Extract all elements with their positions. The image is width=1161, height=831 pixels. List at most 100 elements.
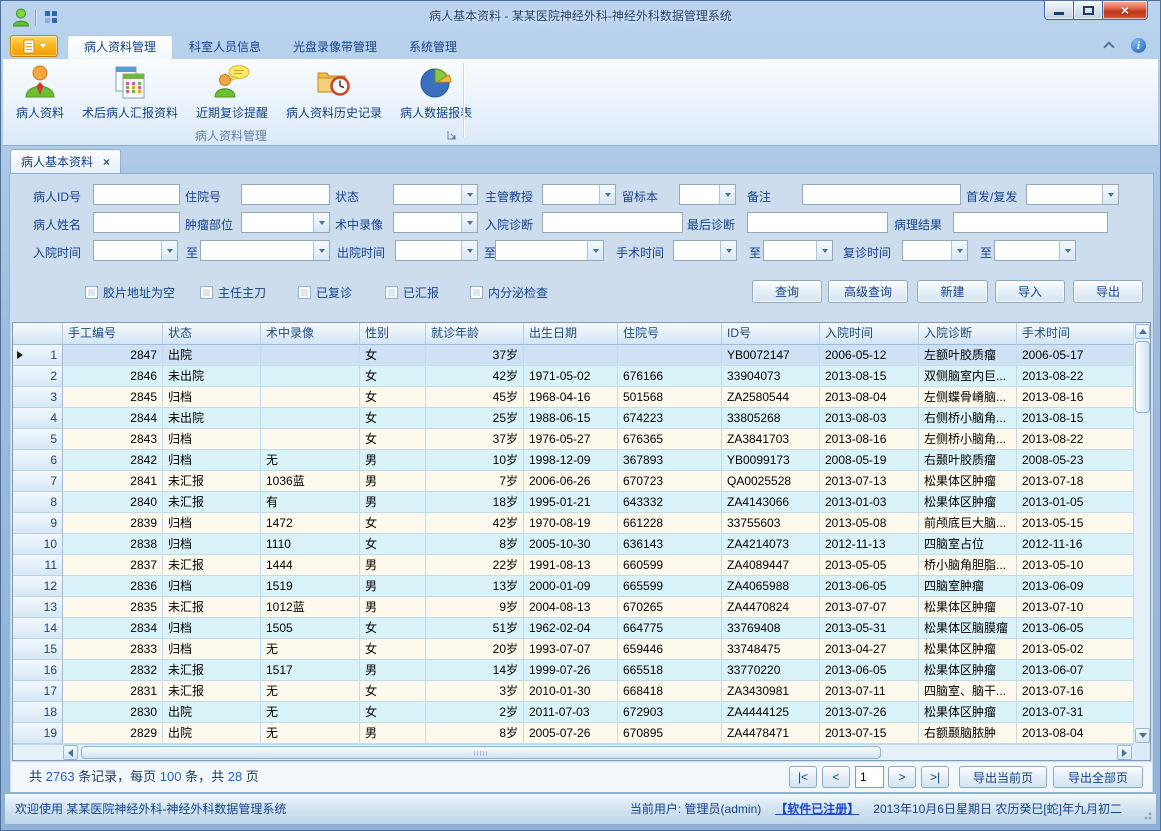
scroll-right-button[interactable] bbox=[1117, 745, 1132, 760]
filter-combo[interactable] bbox=[542, 184, 616, 205]
filter-input[interactable] bbox=[241, 184, 330, 205]
filter-combo[interactable] bbox=[495, 240, 604, 261]
checkbox-icon[interactable] bbox=[385, 286, 398, 299]
table-row[interactable]: 102838归档1110女8岁2005-10-30636143ZA4214073… bbox=[13, 534, 1133, 555]
column-header[interactable]: 就诊年龄 bbox=[426, 323, 524, 345]
scroll-down-button[interactable] bbox=[1135, 728, 1150, 743]
maximize-button[interactable] bbox=[1074, 1, 1102, 20]
table-row[interactable]: 32845归档女45岁1968-04-16501568ZA25805442013… bbox=[13, 387, 1133, 408]
table-row[interactable]: 22846未出院女42岁1971-05-02676166339040732013… bbox=[13, 366, 1133, 387]
column-header[interactable]: 术中录像 bbox=[261, 323, 360, 345]
application-menu-button[interactable] bbox=[10, 35, 58, 57]
filter-checkbox[interactable]: 内分泌检查 bbox=[470, 284, 548, 301]
column-header[interactable]: 手工编号 bbox=[63, 323, 163, 345]
ribbon-tab[interactable]: 光盘录像带管理 bbox=[277, 35, 393, 59]
next-page-button[interactable]: > bbox=[888, 766, 916, 788]
table-row[interactable]: 52843归档女37岁1976-05-27676365ZA38417032013… bbox=[13, 429, 1133, 450]
column-header[interactable]: 入院诊断 bbox=[919, 323, 1017, 345]
tab-close-icon[interactable]: × bbox=[103, 156, 110, 168]
action-button[interactable]: 导出 bbox=[1073, 280, 1143, 303]
scroll-up-button[interactable] bbox=[1135, 324, 1150, 339]
column-header[interactable]: 性别 bbox=[360, 323, 426, 345]
table-row[interactable]: 12847出院女37岁YB00721472006-05-12左额叶胶质瘤2006… bbox=[13, 345, 1133, 366]
filter-combo[interactable] bbox=[679, 184, 736, 205]
table-row[interactable]: 122836归档1519男13岁2000-01-09665599ZA406598… bbox=[13, 576, 1133, 597]
action-button[interactable]: 导入 bbox=[995, 280, 1065, 303]
combo-dropdown-button[interactable] bbox=[461, 185, 477, 204]
vertical-scrollbar[interactable] bbox=[1133, 323, 1150, 744]
ribbon-tab[interactable]: 病人资料管理 bbox=[67, 35, 173, 59]
history-record-button[interactable]: 病人资料历史记录 bbox=[277, 61, 391, 127]
combo-dropdown-button[interactable] bbox=[587, 241, 603, 260]
combo-dropdown-button[interactable] bbox=[720, 241, 736, 260]
filter-combo[interactable] bbox=[395, 240, 478, 261]
filter-combo[interactable] bbox=[393, 212, 478, 233]
checkbox-icon[interactable] bbox=[470, 286, 483, 299]
filter-combo[interactable] bbox=[763, 240, 833, 261]
table-row[interactable]: 72841未汇报1036蓝男7岁2006-06-26670723QA002552… bbox=[13, 471, 1133, 492]
filter-checkbox[interactable]: 已复诊 bbox=[298, 284, 352, 301]
table-row[interactable]: 62842归档无男10岁1998-12-09367893YB0099173200… bbox=[13, 450, 1133, 471]
ribbon-collapse-icon[interactable] bbox=[1103, 41, 1114, 52]
data-report-button[interactable]: 病人数据报表 bbox=[391, 61, 481, 127]
filter-checkbox[interactable]: 胶片地址为空 bbox=[85, 284, 175, 301]
filter-checkbox[interactable]: 主任主刀 bbox=[200, 284, 266, 301]
column-header[interactable]: 住院号 bbox=[618, 323, 722, 345]
filter-combo[interactable] bbox=[393, 184, 478, 205]
minimize-button[interactable] bbox=[1044, 1, 1074, 20]
horizontal-scrollbar[interactable] bbox=[13, 744, 1133, 760]
ribbon-tab[interactable]: 系统管理 bbox=[393, 35, 473, 59]
filter-combo[interactable] bbox=[241, 212, 330, 233]
table-row[interactable]: 152833归档无女20岁1993-07-0765944633748475201… bbox=[13, 639, 1133, 660]
combo-dropdown-button[interactable] bbox=[1059, 241, 1075, 260]
combo-dropdown-button[interactable] bbox=[461, 241, 477, 260]
checkbox-icon[interactable] bbox=[200, 286, 213, 299]
table-row[interactable]: 92839归档1472女42岁1970-08-19661228337556032… bbox=[13, 513, 1133, 534]
table-row[interactable]: 82840未汇报有男18岁1995-01-21643332ZA414306620… bbox=[13, 492, 1133, 513]
filter-combo[interactable] bbox=[902, 240, 968, 261]
dialog-launcher-icon[interactable] bbox=[447, 129, 457, 143]
filter-input[interactable] bbox=[802, 184, 961, 205]
resize-grip-icon[interactable] bbox=[1142, 810, 1152, 820]
filter-combo[interactable] bbox=[1026, 184, 1119, 205]
filter-input[interactable] bbox=[747, 212, 888, 233]
filter-input[interactable] bbox=[93, 184, 180, 205]
filter-combo[interactable] bbox=[994, 240, 1076, 261]
page-number-input[interactable] bbox=[855, 766, 884, 788]
table-row[interactable]: 112837未汇报1444男22岁1991-08-13660599ZA40894… bbox=[13, 555, 1133, 576]
combo-dropdown-button[interactable] bbox=[816, 241, 832, 260]
filter-input[interactable] bbox=[93, 212, 180, 233]
column-header[interactable]: 入院时间 bbox=[820, 323, 919, 345]
combo-dropdown-button[interactable] bbox=[461, 213, 477, 232]
table-row[interactable]: 132835未汇报1012蓝男9岁2004-08-13670265ZA44708… bbox=[13, 597, 1133, 618]
table-row[interactable]: 192829出院无男8岁2005-07-26670895ZA4478471201… bbox=[13, 723, 1133, 744]
ribbon-tab[interactable]: 科室人员信息 bbox=[173, 35, 277, 59]
combo-dropdown-button[interactable] bbox=[719, 185, 735, 204]
checkbox-icon[interactable] bbox=[298, 286, 311, 299]
column-header[interactable]: 手术时间 bbox=[1017, 323, 1133, 345]
combo-dropdown-button[interactable] bbox=[1102, 185, 1118, 204]
close-button[interactable]: × bbox=[1102, 1, 1148, 20]
table-row[interactable]: 172831未汇报无女3岁2010-01-30668418ZA343098120… bbox=[13, 681, 1133, 702]
column-header[interactable]: ID号 bbox=[722, 323, 820, 345]
title-bar[interactable]: 病人基本资料 - 某某医院神经外科-神经外科数据管理系统 × bbox=[1, 1, 1160, 33]
combo-dropdown-button[interactable] bbox=[313, 213, 329, 232]
filter-combo[interactable] bbox=[673, 240, 737, 261]
filter-input[interactable] bbox=[542, 212, 683, 233]
action-button[interactable]: 查询 bbox=[752, 280, 822, 303]
app-logo-icon[interactable] bbox=[11, 7, 31, 30]
action-button[interactable]: 高级查询 bbox=[828, 280, 908, 303]
table-row[interactable]: 162832未汇报1517男14岁1999-07-266655183377022… bbox=[13, 660, 1133, 681]
table-row[interactable]: 182830出院无女2岁2011-07-03672903ZA4444125201… bbox=[13, 702, 1133, 723]
filter-input[interactable] bbox=[953, 212, 1108, 233]
quick-access-icon[interactable] bbox=[43, 9, 59, 28]
combo-dropdown-button[interactable] bbox=[161, 241, 177, 260]
document-tab-patient-basic-info[interactable]: 病人基本资料 × bbox=[10, 149, 121, 173]
horizontal-scroll-thumb[interactable] bbox=[81, 746, 881, 759]
info-icon[interactable]: i bbox=[1131, 38, 1146, 53]
table-row[interactable]: 142834归档1505女51岁1962-02-0466477533769408… bbox=[13, 618, 1133, 639]
last-page-button[interactable]: >| bbox=[921, 766, 949, 788]
filter-checkbox[interactable]: 已汇报 bbox=[385, 284, 439, 301]
combo-dropdown-button[interactable] bbox=[313, 241, 329, 260]
filter-combo[interactable] bbox=[200, 240, 330, 261]
